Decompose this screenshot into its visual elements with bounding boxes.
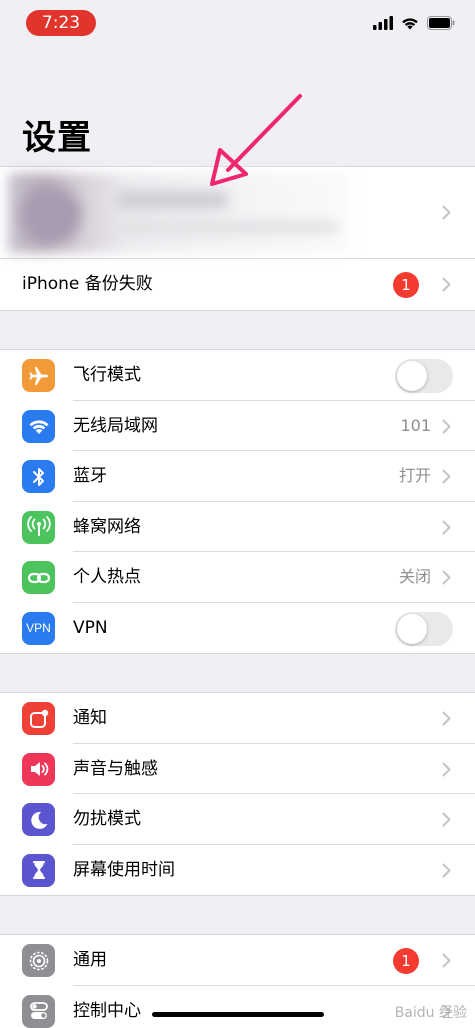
airplane-mode-toggle[interactable] — [395, 359, 453, 393]
chevron-right-icon — [442, 520, 451, 534]
chevron-right-icon — [442, 953, 451, 968]
general-badge: 1 — [393, 948, 419, 974]
row-label: 控制中心 — [73, 1000, 141, 1021]
network-group: 飞行模式 无线局域网 101 蓝牙 打开 蜂窝网络 个人热点 关闭 VPN VP… — [0, 349, 475, 654]
row-value: 打开 — [398, 466, 431, 485]
wifi-icon — [22, 409, 55, 443]
sound-icon — [22, 752, 55, 786]
settings-row-bluetooth[interactable]: 蓝牙 打开 — [0, 451, 475, 502]
settings-row-wlan[interactable]: 无线局域网 101 — [0, 401, 475, 451]
backup-failed-label: iPhone 备份失败 — [22, 274, 153, 294]
chevron-right-icon — [442, 863, 451, 877]
chevron-right-icon — [442, 762, 451, 776]
page-title: 设置 — [22, 118, 92, 158]
settings-row-do-not-disturb[interactable]: 勿扰模式 — [0, 794, 475, 845]
chevron-right-icon — [442, 812, 451, 827]
chevron-right-icon — [442, 277, 451, 292]
settings-row-airplane-mode[interactable]: 飞行模式 — [0, 350, 475, 401]
wifi-status-icon — [402, 18, 418, 30]
settings-row-vpn[interactable]: VPN VPN — [0, 603, 475, 654]
status-icons — [373, 15, 455, 31]
vpn-icon-text: VPN — [26, 621, 51, 635]
row-label: 通用 — [73, 950, 107, 970]
chevron-right-icon — [442, 205, 451, 220]
settings-row-personal-hotspot[interactable]: 个人热点 关闭 — [0, 552, 475, 603]
hotspot-icon — [22, 561, 55, 594]
row-label: VPN — [73, 617, 108, 638]
row-label: 屏幕使用时间 — [73, 859, 175, 880]
gear-icon — [22, 944, 55, 977]
settings-row-sounds[interactable]: 声音与触感 — [0, 744, 475, 794]
row-value: 101 — [400, 415, 431, 435]
backup-badge: 1 — [393, 272, 419, 298]
vpn-toggle[interactable] — [395, 611, 453, 646]
watermark: Baidu 经验 — [394, 1005, 467, 1021]
backup-failed-row[interactable]: iPhone 备份失败 1 — [0, 259, 475, 310]
settings-row-general[interactable]: 通用 1 — [0, 935, 475, 986]
control-center-icon — [22, 994, 55, 1028]
chevron-right-icon — [442, 469, 451, 484]
airplane-icon — [22, 359, 55, 392]
settings-row-cellular[interactable]: 蜂窝网络 — [0, 502, 475, 552]
home-indicator[interactable] — [152, 1012, 324, 1017]
annotation-arrow-icon — [210, 94, 302, 186]
chevron-right-icon — [442, 570, 451, 585]
vpn-icon: VPN — [22, 611, 55, 645]
settings-row-notifications[interactable]: 通知 — [0, 693, 475, 744]
bluetooth-icon — [22, 460, 55, 493]
row-label: 蜂窝网络 — [73, 516, 141, 537]
row-label: 蓝牙 — [73, 466, 107, 486]
battery-icon — [427, 16, 455, 30]
row-label: 声音与触感 — [73, 758, 158, 779]
notification-group: 通知 声音与触感 勿扰模式 屏幕使用时间 — [0, 692, 475, 896]
signal-icon — [373, 16, 393, 30]
row-label: 个人热点 — [73, 567, 141, 587]
chevron-right-icon — [442, 419, 451, 433]
status-bar: 7:23 — [0, 0, 475, 44]
notifications-icon — [22, 702, 55, 735]
row-label: 勿扰模式 — [73, 809, 141, 829]
settings-row-screen-time[interactable]: 屏幕使用时间 — [0, 845, 475, 896]
hourglass-icon — [22, 853, 55, 887]
row-value: 关闭 — [398, 567, 431, 586]
row-label: 飞行模式 — [73, 365, 141, 385]
row-label: 无线局域网 — [73, 415, 158, 436]
status-time: 7:23 — [26, 10, 96, 36]
chevron-right-icon — [442, 711, 451, 726]
moon-icon — [22, 803, 55, 836]
cellular-icon — [22, 510, 55, 544]
row-label: 通知 — [73, 708, 107, 728]
